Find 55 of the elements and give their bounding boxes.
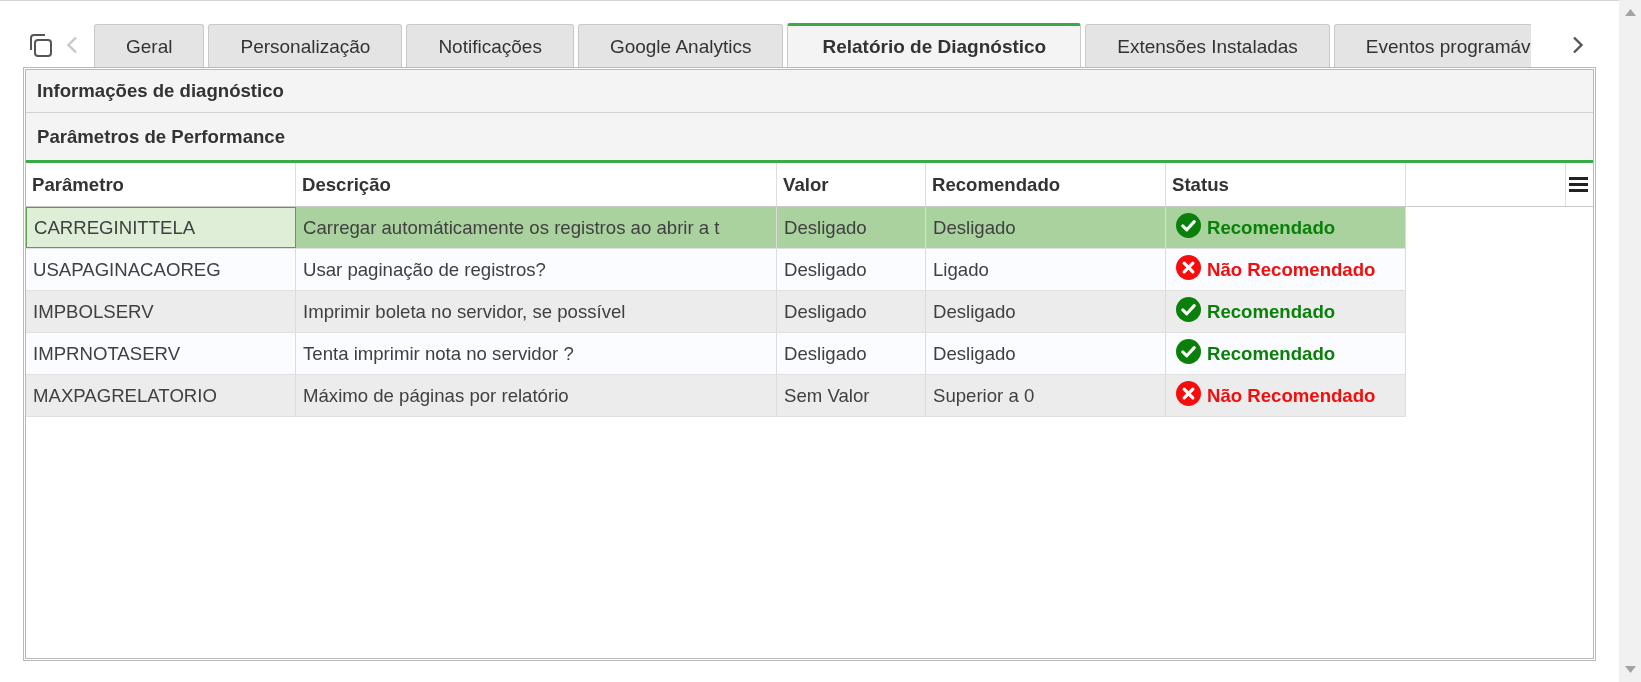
- check-circle-icon: [1176, 297, 1201, 322]
- table-cell: Desligado: [777, 249, 926, 290]
- table-cell: Desligado: [926, 291, 1166, 332]
- table-cell: Desligado: [926, 333, 1166, 374]
- column-header[interactable]: Valor: [777, 163, 926, 206]
- table-cell: IMPBOLSERV: [26, 291, 296, 332]
- table-row[interactable]: IMPBOLSERV Imprimir boleta no servidor, se possível Desligado Desligado Recomendado: [26, 291, 1406, 333]
- scroll-down-arrow-icon[interactable]: [1624, 666, 1636, 673]
- table-cell: Superior a 0: [926, 375, 1166, 416]
- table-row[interactable]: MAXPAGRELATORIO Máximo de páginas por relatório Sem Valor Superior a 0 Não Recomendado: [26, 375, 1406, 417]
- section-header[interactable]: Parâmetros de Performance: [26, 113, 1593, 163]
- tab[interactable]: Extensões Instaladas: [1085, 24, 1330, 67]
- table-cell: Usar paginação de registros?: [296, 249, 777, 290]
- check-circle-icon: [1176, 339, 1201, 364]
- table-row[interactable]: IMPRNOTASERV Tenta imprimir nota no servidor ? Desligado Desligado Recomendado: [26, 333, 1406, 375]
- column-header[interactable]: Recomendado: [926, 163, 1166, 206]
- table-cell: Desligado: [777, 333, 926, 374]
- table-cell: CARREGINITTELA: [26, 207, 296, 248]
- column-header[interactable]: Status: [1166, 163, 1406, 206]
- tab[interactable]: Personalização: [208, 24, 403, 67]
- table-cell: Carregar automáticamente os registros ao abrir a t: [296, 207, 777, 248]
- cross-circle-icon: [1176, 255, 1201, 280]
- table-cell: IMPRNOTASERV: [26, 333, 296, 374]
- table-cell: Desligado: [777, 291, 926, 332]
- copy-icon[interactable]: [29, 33, 52, 57]
- status-label: Não Recomendado: [1207, 384, 1376, 407]
- table-cell: MAXPAGRELATORIO: [26, 375, 296, 416]
- chevron-right-icon[interactable]: [1572, 36, 1584, 54]
- scrollbar[interactable]: [1619, 0, 1641, 682]
- tab[interactable]: Eventos programáv: [1333, 24, 1531, 67]
- tab[interactable]: Relatório de Diagnóstico: [787, 23, 1082, 67]
- status-label: Recomendado: [1207, 216, 1336, 239]
- menu-icon[interactable]: [1569, 177, 1588, 192]
- section-header[interactable]: Informações de diagnóstico: [26, 70, 1593, 113]
- table-row[interactable]: USAPAGINACAOREG Usar paginação de registros? Desligado Ligado Não Recomendado: [26, 249, 1406, 291]
- table-cell: Tenta imprimir nota no servidor ?: [296, 333, 777, 374]
- table-cell: Imprimir boleta no servidor, se possível: [296, 291, 777, 332]
- table-cell: Máximo de páginas por relatório: [296, 375, 777, 416]
- column-header[interactable]: Descrição: [296, 163, 777, 206]
- table-cell: USAPAGINACAOREG: [26, 249, 296, 290]
- status-label: Recomendado: [1207, 300, 1336, 323]
- cross-circle-icon: [1176, 381, 1201, 406]
- status-label: Recomendado: [1207, 342, 1336, 365]
- table-cell: Sem Valor: [777, 375, 926, 416]
- table-row[interactable]: CARREGINITTELA Carregar automáticamente os registros ao abrir a t Desligado Desligado Recomendado: [26, 207, 1406, 249]
- scroll-up-arrow-icon[interactable]: [1624, 9, 1636, 16]
- tab[interactable]: Geral: [94, 24, 205, 67]
- check-circle-icon: [1176, 213, 1201, 238]
- column-header[interactable]: Parâmetro: [26, 163, 296, 206]
- status-label: Não Recomendado: [1207, 258, 1376, 281]
- tab[interactable]: Notificações: [406, 24, 574, 67]
- table-cell: Ligado: [926, 249, 1166, 290]
- table-cell: Desligado: [926, 207, 1166, 248]
- table-cell: Desligado: [777, 207, 926, 248]
- tab[interactable]: Google Analytics: [577, 24, 784, 67]
